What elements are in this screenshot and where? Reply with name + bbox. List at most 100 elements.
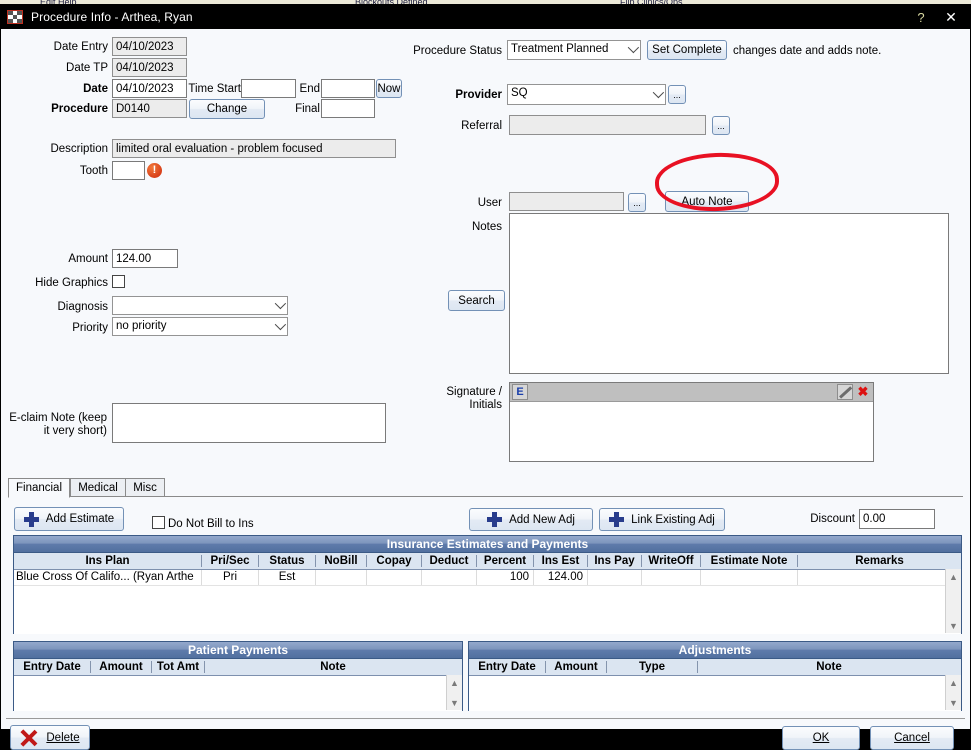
add-new-adj-button[interactable]: Add New Adj (469, 508, 593, 531)
notes-label: Notes (471, 221, 502, 233)
col-writeoff[interactable]: WriteOff (642, 553, 700, 569)
procedure-grid-icon (7, 10, 23, 24)
col-remarks[interactable]: Remarks (798, 553, 961, 569)
eclaim-note-label-line2: it very short) (43, 425, 107, 437)
help-button[interactable]: ? (906, 5, 936, 29)
adjustments-body (469, 676, 961, 711)
amount-field[interactable] (112, 249, 178, 268)
col-deduct[interactable]: Deduct (422, 553, 476, 569)
signature-e-label: E (516, 386, 524, 398)
col-pp-note[interactable]: Note (205, 659, 461, 675)
provider-dropdown[interactable]: SQ (507, 84, 666, 105)
tooth-field[interactable] (112, 161, 145, 180)
col-ins-est[interactable]: Ins Est (534, 553, 587, 569)
ok-label: OK (812, 732, 830, 744)
col-percent[interactable]: Percent (477, 553, 533, 569)
tab-medical[interactable]: Medical (70, 478, 126, 497)
tab-financial-label: Financial (15, 482, 63, 494)
cancel-label: Cancel (894, 732, 930, 744)
scroll-down-icon[interactable]: ▼ (447, 695, 462, 710)
tab-financial[interactable]: Financial (8, 478, 70, 498)
chevron-down-icon (627, 41, 640, 54)
signature-label-line1: Signature / (446, 386, 502, 398)
signature-edit-mode-button[interactable]: E (512, 384, 528, 400)
auto-note-button[interactable]: Auto Note (665, 191, 749, 212)
referral-field[interactable] (509, 115, 706, 135)
col-adj-type[interactable]: Type (607, 659, 697, 675)
diagnosis-dropdown[interactable] (112, 296, 288, 315)
discount-field[interactable] (859, 509, 935, 529)
procedure-code-field[interactable] (112, 99, 187, 118)
tab-underline (8, 496, 963, 497)
col-nobill[interactable]: NoBill (316, 553, 366, 569)
col-copay[interactable]: Copay (367, 553, 421, 569)
col-pri-sec[interactable]: Pri/Sec (202, 553, 258, 569)
scroll-down-icon[interactable]: ▼ (946, 618, 961, 633)
priority-value: no priority (116, 320, 167, 332)
description-field[interactable] (112, 139, 396, 158)
col-pp-entry-date[interactable]: Entry Date (14, 659, 90, 675)
hide-graphics-checkbox[interactable] (112, 275, 125, 288)
scroll-up-icon[interactable]: ▲ (946, 569, 961, 584)
delete-button[interactable]: Delete (10, 725, 90, 750)
priority-dropdown[interactable]: no priority (112, 317, 288, 336)
notes-field[interactable] (509, 213, 949, 374)
scroll-down-icon[interactable]: ▼ (946, 695, 961, 710)
col-adj-entry-date[interactable]: Entry Date (469, 659, 545, 675)
col-pp-amount[interactable]: Amount (91, 659, 151, 675)
change-procedure-button[interactable]: Change (189, 99, 265, 119)
window-title: Procedure Info - Arthea, Ryan (31, 10, 193, 24)
set-complete-button[interactable]: Set Complete (647, 40, 727, 60)
col-ins-plan[interactable]: Ins Plan (14, 553, 201, 569)
col-pp-tot-amt[interactable]: Tot Amt (152, 659, 204, 675)
add-estimate-button[interactable]: Add Estimate (14, 507, 124, 531)
col-estimate-note[interactable]: Estimate Note (701, 553, 797, 569)
procedure-info-window: Procedure Info - Arthea, Ryan ? ✕ Date E… (0, 4, 971, 750)
patient-payments-scrollbar[interactable]: ▲ ▼ (446, 675, 462, 710)
final-field[interactable] (321, 99, 375, 118)
referral-picker-button[interactable]: ... (712, 116, 730, 135)
procedure-status-dropdown[interactable]: Treatment Planned (507, 40, 641, 60)
provider-picker-button[interactable]: ... (668, 85, 686, 104)
footer-divider (6, 718, 965, 719)
search-notes-button[interactable]: Search (448, 290, 505, 311)
patient-payments-header: Entry Date Amount Tot Amt Note (14, 659, 462, 676)
date-entry-field[interactable] (112, 37, 187, 56)
eclaim-note-field[interactable] (112, 403, 386, 443)
insurance-grid-scrollbar[interactable]: ▲ ▼ (945, 569, 961, 633)
col-ins-pay[interactable]: Ins Pay (588, 553, 641, 569)
amount-label: Amount (68, 253, 108, 265)
now-button[interactable]: Now (376, 79, 402, 98)
date-entry-label: Date Entry (53, 41, 108, 53)
procedure-status-label: Procedure Status (413, 45, 502, 57)
scroll-up-icon[interactable]: ▲ (946, 675, 961, 690)
col-status[interactable]: Status (259, 553, 315, 569)
signature-clear-button[interactable]: ✖ (855, 384, 871, 400)
table-row[interactable]: Blue Cross Of Califo... (Ryan Arthe Pri … (14, 570, 961, 586)
tab-misc[interactable]: Misc (125, 478, 165, 497)
date-tp-field[interactable] (112, 58, 187, 77)
scroll-up-icon[interactable]: ▲ (447, 675, 462, 690)
signature-pen-button[interactable] (837, 384, 853, 400)
col-adj-note[interactable]: Note (698, 659, 960, 675)
user-picker-button[interactable]: ... (628, 193, 646, 212)
signature-pad[interactable]: E ✖ (509, 382, 874, 462)
date-field[interactable] (112, 79, 187, 98)
do-not-bill-checkbox[interactable] (152, 516, 165, 529)
chevron-down-icon (274, 318, 287, 330)
time-start-field[interactable] (241, 79, 296, 98)
plus-icon (23, 511, 39, 527)
dialog-body: Date Entry Date TP Date Time Start End N… (2, 29, 969, 750)
description-label: Description (50, 143, 108, 155)
title-bar: Procedure Info - Arthea, Ryan ? ✕ (1, 5, 970, 29)
adjustments-scrollbar[interactable]: ▲ ▼ (945, 675, 961, 710)
col-adj-amount[interactable]: Amount (546, 659, 606, 675)
user-field[interactable] (509, 192, 624, 211)
insurance-grid-title: Insurance Estimates and Payments (14, 536, 961, 553)
time-end-field[interactable] (321, 79, 375, 98)
add-estimate-label: Add Estimate (45, 513, 115, 525)
cell-ins-est: 124.00 (547, 571, 583, 583)
change-procedure-label: Change (206, 103, 248, 115)
link-existing-adj-button[interactable]: Link Existing Adj (599, 508, 725, 531)
close-button[interactable]: ✕ (936, 5, 966, 29)
